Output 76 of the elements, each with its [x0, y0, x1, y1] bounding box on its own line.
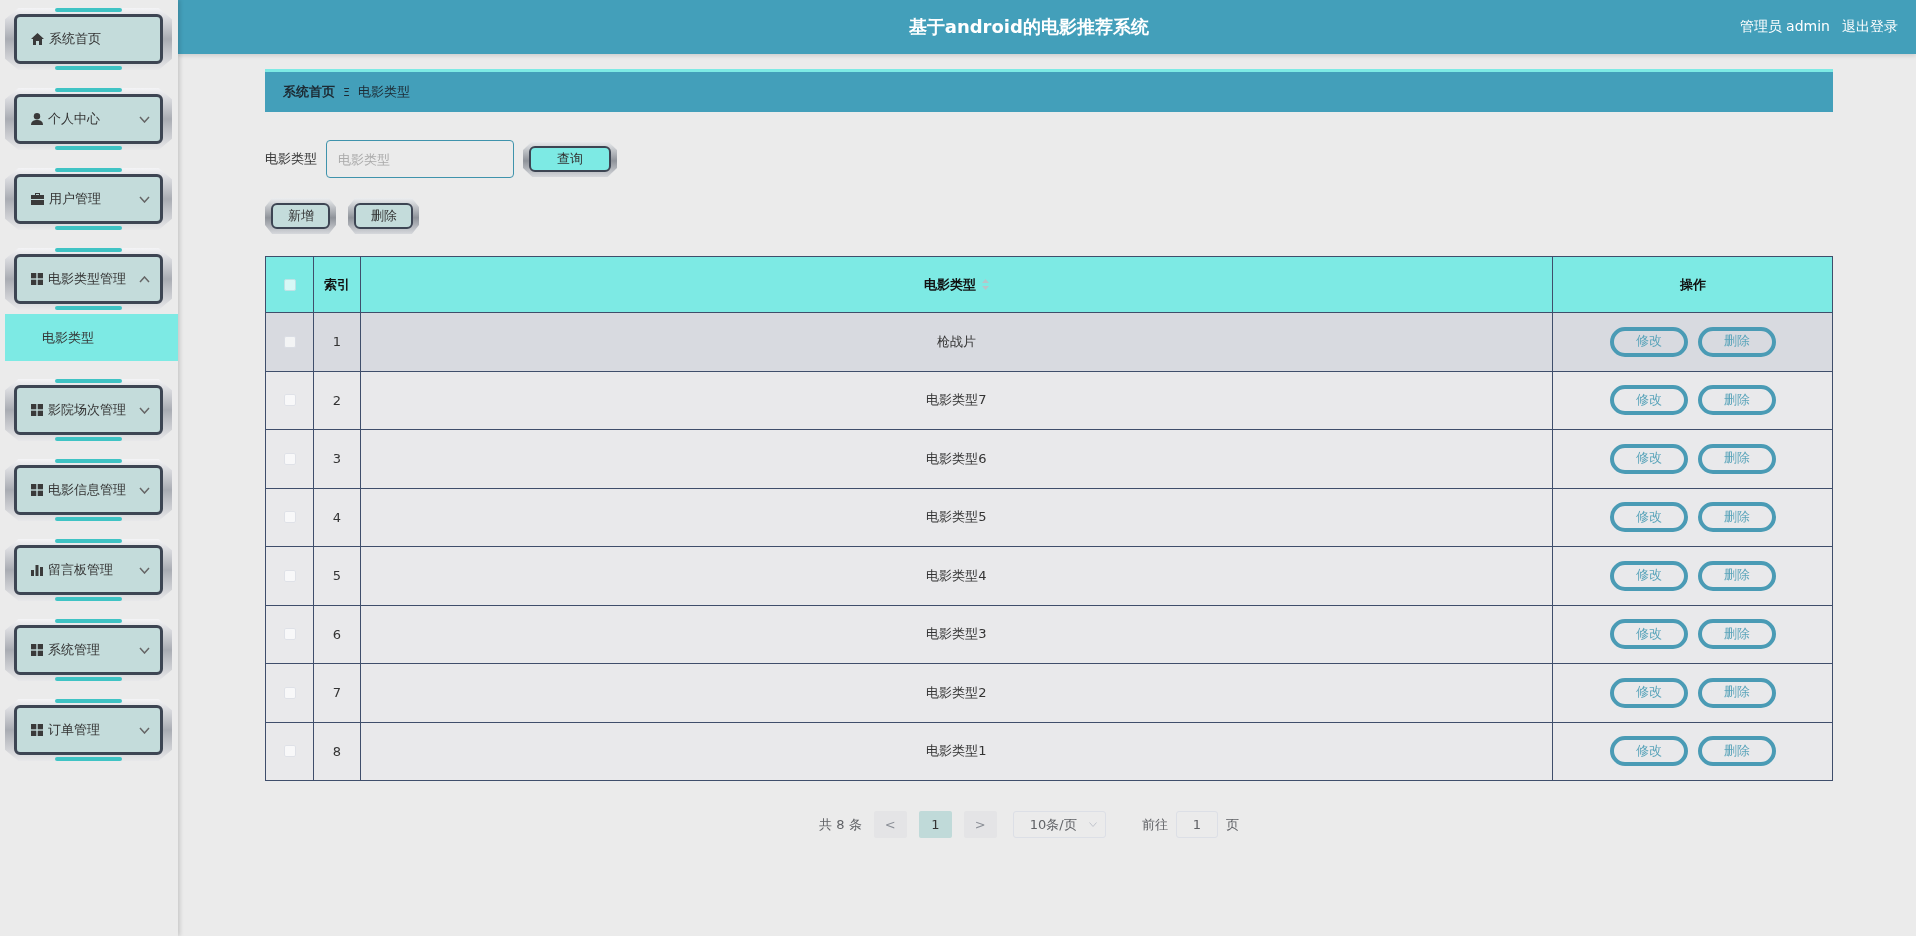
column-header[interactable]: 电影类型	[924, 275, 976, 294]
delete-button[interactable]: 删除	[1697, 619, 1776, 650]
bar-chart-icon	[31, 564, 43, 576]
briefcase-icon	[31, 193, 44, 205]
table-cell: 5	[313, 547, 360, 605]
delete-button[interactable]: 删除	[1697, 736, 1776, 767]
edit-button[interactable]: 修改	[1609, 677, 1688, 708]
delete-button[interactable]: 删除	[1697, 443, 1776, 474]
prev-page-button[interactable]: <	[873, 811, 907, 838]
breadcrumb-separator: Ξ	[343, 85, 350, 99]
table-cell: 1	[313, 313, 360, 371]
home-icon	[31, 33, 44, 45]
row-checkbox[interactable]	[283, 745, 296, 758]
sidebar-menu-button[interactable]: 影院场次管理	[5, 379, 172, 441]
search-button[interactable]: 查询	[523, 141, 617, 177]
sidebar-menu-button[interactable]: 订单管理	[5, 699, 172, 761]
user-icon	[31, 113, 43, 125]
breadcrumb-link[interactable]: 系统首页	[283, 83, 335, 101]
grid-icon	[31, 644, 43, 656]
table-cell: 电影类型4	[360, 547, 1552, 605]
app-title: 基于android的电影推荐系统	[907, 15, 1150, 39]
row-checkbox[interactable]	[283, 452, 296, 465]
goto-label: 前往	[1141, 815, 1168, 834]
delete-button[interactable]: 删除	[1697, 502, 1776, 533]
grid-icon	[31, 484, 43, 496]
total-count: 共 8 条	[819, 815, 862, 834]
delete-button[interactable]: 删除	[348, 198, 419, 234]
edit-button[interactable]: 修改	[1609, 560, 1688, 591]
grid-icon	[31, 404, 43, 416]
grid-icon	[31, 724, 43, 736]
search-label: 电影类型	[265, 150, 317, 168]
sidebar-menu-button[interactable]: 系统首页	[5, 8, 172, 70]
user-label: 管理员 admin	[1739, 18, 1830, 36]
row-checkbox[interactable]	[283, 569, 296, 582]
grid-icon	[31, 273, 43, 285]
table-cell: 3	[313, 430, 360, 488]
row-checkbox[interactable]	[283, 511, 296, 524]
page-size-select[interactable]: 10条/页	[1012, 811, 1106, 838]
next-page-button[interactable]: >	[963, 811, 997, 838]
edit-button[interactable]: 修改	[1609, 443, 1688, 474]
row-checkbox[interactable]	[283, 686, 296, 699]
table-cell: 电影类型2	[360, 664, 1552, 722]
select-all-checkbox[interactable]	[283, 278, 296, 291]
sidebar-menu-button[interactable]: 个人中心	[5, 88, 172, 150]
sort-icon[interactable]	[982, 279, 989, 290]
sidebar-menu-button[interactable]: 留言板管理	[5, 539, 172, 601]
row-checkbox[interactable]	[283, 335, 296, 348]
breadcrumb-current: 电影类型	[357, 83, 410, 101]
delete-button[interactable]: 删除	[1697, 385, 1776, 416]
sidebar-menu-button[interactable]: 系统管理	[5, 619, 172, 681]
edit-button[interactable]: 修改	[1609, 736, 1688, 767]
edit-button[interactable]: 修改	[1609, 619, 1688, 650]
delete-button[interactable]: 删除	[1697, 677, 1776, 708]
delete-button[interactable]: 删除	[1697, 560, 1776, 591]
logout-link[interactable]: 退出登录	[1842, 18, 1898, 36]
page-number[interactable]: 1	[918, 811, 952, 838]
edit-button[interactable]: 修改	[1609, 326, 1688, 357]
sidebar-menu-button[interactable]: 电影信息管理	[5, 459, 172, 521]
page-suffix: 页	[1225, 815, 1239, 834]
sidebar-menu-button[interactable]: 电影类型管理	[5, 248, 172, 310]
sidebar-submenu-item[interactable]: 电影类型	[5, 314, 178, 361]
table-cell: 枪战片	[360, 313, 1552, 371]
table-cell: 电影类型6	[360, 430, 1552, 488]
row-checkbox[interactable]	[283, 628, 296, 641]
edit-button[interactable]: 修改	[1609, 385, 1688, 416]
row-checkbox[interactable]	[283, 394, 296, 407]
chevron-down-icon	[1088, 822, 1097, 827]
table-cell: 7	[313, 664, 360, 722]
delete-button[interactable]: 删除	[1697, 326, 1776, 357]
add-button[interactable]: 新增	[265, 198, 336, 234]
sidebar-menu-button[interactable]: 用户管理	[5, 168, 172, 230]
edit-button[interactable]: 修改	[1609, 502, 1688, 533]
goto-page-field[interactable]: 1	[1175, 811, 1218, 838]
table-cell: 8	[313, 722, 360, 780]
table-cell: 电影类型1	[360, 722, 1552, 780]
search-field[interactable]: 电影类型	[326, 140, 514, 178]
